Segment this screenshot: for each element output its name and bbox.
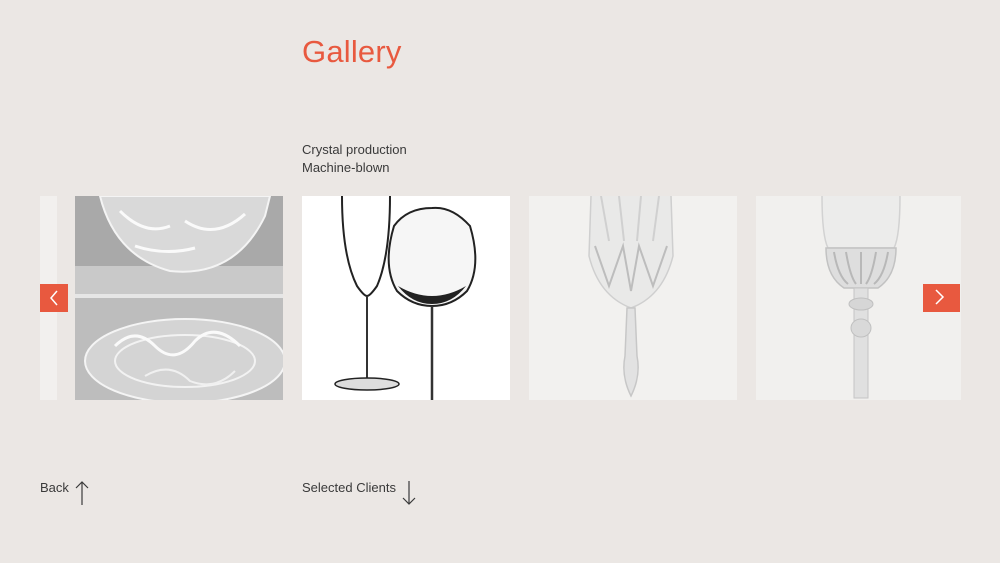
page-title: Gallery xyxy=(302,34,402,69)
carousel-prev-button[interactable] xyxy=(40,284,68,312)
carousel-next-button[interactable] xyxy=(923,284,960,312)
gallery-subtitle: Crystal production Machine-blown xyxy=(302,141,407,177)
crystal-bowls-photo xyxy=(75,196,283,400)
chevron-right-icon xyxy=(934,289,944,305)
wine-glasses-photo xyxy=(334,196,477,400)
cut-crystal-goblet-photo xyxy=(588,196,674,398)
arrow-up-icon xyxy=(75,481,89,505)
arrow-down-icon xyxy=(402,481,416,505)
selected-clients-link[interactable]: Selected Clients xyxy=(302,480,416,506)
gallery-carousel[interactable] xyxy=(40,196,961,400)
back-label: Back xyxy=(40,480,69,495)
subtitle-line-method: Machine-blown xyxy=(302,160,390,175)
selected-clients-label: Selected Clients xyxy=(302,480,396,495)
slide-crystal-bowls[interactable] xyxy=(75,196,283,400)
slide-wine-glasses[interactable] xyxy=(302,196,510,400)
subtitle-line-production: Crystal production xyxy=(302,142,407,157)
back-link[interactable]: Back xyxy=(40,480,89,506)
chevron-left-icon xyxy=(50,290,58,306)
slide-cut-crystal-goblet[interactable] xyxy=(529,196,737,400)
